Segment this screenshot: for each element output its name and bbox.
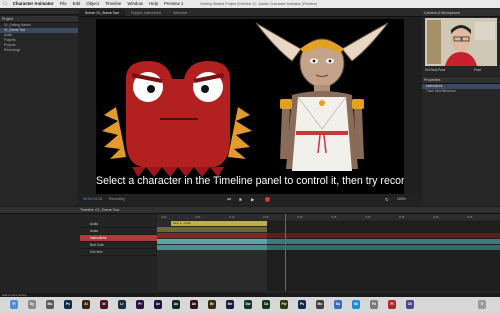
camera-panel-title: Camera & Microphone	[422, 10, 500, 17]
ruler-tick: 0:35	[399, 215, 405, 219]
timeline-panel: Timeline: 01_Scene Tour 0:00 0:05 0:10 0…	[0, 207, 500, 293]
properties-row[interactable]: Track Visit Behaviors	[422, 89, 500, 94]
properties-panel-title: Properties	[422, 77, 500, 84]
zoom-level[interactable]: 100%	[397, 197, 406, 201]
menu-bar:  Character Animator File Edit Object Ti…	[0, 0, 500, 8]
after-effects-icon[interactable]: Ae	[154, 300, 162, 309]
menu-preview[interactable]: Preview 1	[164, 0, 183, 8]
tab-welcome[interactable]: Welcome	[167, 10, 193, 16]
record-button[interactable]	[265, 197, 270, 202]
scene-controls: 00:00:14:18 Recording ⏮ ■ ▶ ↻ 100%	[79, 194, 421, 206]
audio-clip[interactable]: Intro 1 - Crab	[171, 221, 267, 226]
animate-icon[interactable]: An	[190, 300, 198, 309]
track-audio[interactable]: Audio	[80, 221, 157, 228]
indesign-icon[interactable]: Id	[100, 300, 108, 309]
time-display[interactable]: 00:00:14:18	[83, 197, 102, 201]
ruler-tick: 0:20	[297, 215, 303, 219]
timeline-ruler[interactable]: 0:00 0:05 0:10 0:15 0:20 0:25 0:30 0:35 …	[157, 214, 500, 220]
project-panel-title: Project	[0, 16, 78, 23]
stage-artwork	[102, 22, 389, 177]
pose-label: Pose	[474, 68, 482, 72]
character-animator-icon[interactable]: Ca	[262, 300, 270, 309]
timeline-out-region	[267, 221, 500, 291]
ruler-tick: 0:25	[331, 215, 337, 219]
play-icon[interactable]: ▶	[251, 197, 254, 203]
media-encoder-icon[interactable]: Me	[226, 300, 234, 309]
stage-canvas[interactable]: Select a character in the Timeline panel…	[96, 19, 404, 194]
track-list: Audio Audio Instructions Burt Crab Kid H…	[80, 221, 157, 256]
tab-scene[interactable]: Scene: 01_Scene Tour	[79, 10, 126, 16]
ruler-tick: 0:45	[467, 215, 473, 219]
menu-edit[interactable]: Edit	[73, 0, 81, 8]
dock: Fi Sy Mu Ps Ai Id Lr Pr Ae Au An Br Me D…	[0, 297, 500, 313]
playhead[interactable]	[285, 214, 286, 291]
refresh-icon[interactable]: ↻	[385, 197, 389, 203]
skype-icon[interactable]: Sk	[352, 300, 360, 309]
menu-window[interactable]: Window	[127, 0, 143, 8]
ruler-tick: 0:00	[161, 215, 167, 219]
track-lanes[interactable]: Intro 1 - Crab	[157, 214, 500, 291]
track-audio[interactable]: Audio	[80, 228, 157, 235]
ruler-tick: 0:15	[263, 215, 269, 219]
track-instructions[interactable]: Instructions	[80, 235, 157, 242]
fireworks-icon[interactable]: Fw	[280, 300, 288, 309]
preview-icon[interactable]: Pd	[370, 300, 378, 309]
kid-hero-character	[255, 22, 389, 171]
menu-timeline[interactable]: Timeline	[105, 0, 121, 8]
flash-icon[interactable]: Fl	[388, 300, 396, 309]
system-prefs-icon[interactable]: Sy	[28, 300, 36, 309]
recording-label: Recording	[109, 197, 125, 201]
project-item[interactable]: Recordings	[0, 48, 78, 53]
ruler-tick: 0:05	[195, 215, 201, 219]
menu-object[interactable]: Object	[86, 0, 99, 8]
properties-panel: Properties Instructions Track Visit Beha…	[422, 77, 500, 206]
menu-file[interactable]: File	[60, 0, 67, 8]
apple-icon[interactable]: 	[3, 0, 7, 8]
timeline-title: Timeline: 01_Scene Tour	[0, 207, 500, 214]
set-rest-pose-button[interactable]: Set Rest Pose	[425, 68, 445, 72]
audio-clip-2[interactable]	[157, 227, 267, 232]
scene-tabbar: Scene: 01_Scene Tour Puppet: Instruction…	[79, 10, 421, 17]
character-icon[interactable]: Ch	[406, 300, 414, 309]
menu-help[interactable]: Help	[149, 0, 158, 8]
dreamweaver-icon[interactable]: Dw	[244, 300, 252, 309]
track-burt-crab[interactable]: Burt Crab	[80, 242, 157, 249]
ruler-tick: 0:10	[229, 215, 235, 219]
finder-icon[interactable]: Fi	[10, 300, 18, 309]
premiere-icon[interactable]: Pr	[136, 300, 144, 309]
audition-icon[interactable]: Au	[172, 300, 180, 309]
stop-icon[interactable]: ■	[239, 197, 242, 202]
lightroom-icon[interactable]: Lr	[118, 300, 126, 309]
tab-puppet[interactable]: Puppet: Instructions	[125, 10, 167, 16]
illustrator-icon[interactable]: Ai	[82, 300, 90, 309]
ruler-tick: 0:30	[365, 215, 371, 219]
go-to-start-icon[interactable]: ⏮	[227, 197, 231, 202]
webcam-feed	[425, 18, 497, 66]
stage-caption: Select a character in the Timeline panel…	[96, 175, 404, 187]
webcam-person-image	[425, 18, 497, 66]
safari-icon[interactable]: Sa	[334, 300, 342, 309]
menu-app-name[interactable]: Character Animator	[13, 0, 54, 8]
photoshop-icon[interactable]: Ps	[64, 300, 72, 309]
track-kid-hero[interactable]: Kid Hero	[80, 249, 157, 256]
crab-character	[102, 61, 252, 177]
ruler-tick: 0:40	[433, 215, 439, 219]
photoshop-icon[interactable]: Ps	[298, 300, 306, 309]
camera-panel: Camera & Microphone Set Rest Pose Pose	[422, 10, 500, 76]
trash-icon[interactable]: Tr	[478, 300, 486, 309]
muse-icon[interactable]: Mu	[316, 300, 324, 309]
window-title: Getting Started Project (Preview 1) - Ad…	[200, 2, 318, 6]
project-panel: Project 00_Getting Started 01_Scene Tour…	[0, 16, 78, 206]
bridge-icon[interactable]: Br	[208, 300, 216, 309]
muse-icon[interactable]: Mu	[46, 300, 54, 309]
